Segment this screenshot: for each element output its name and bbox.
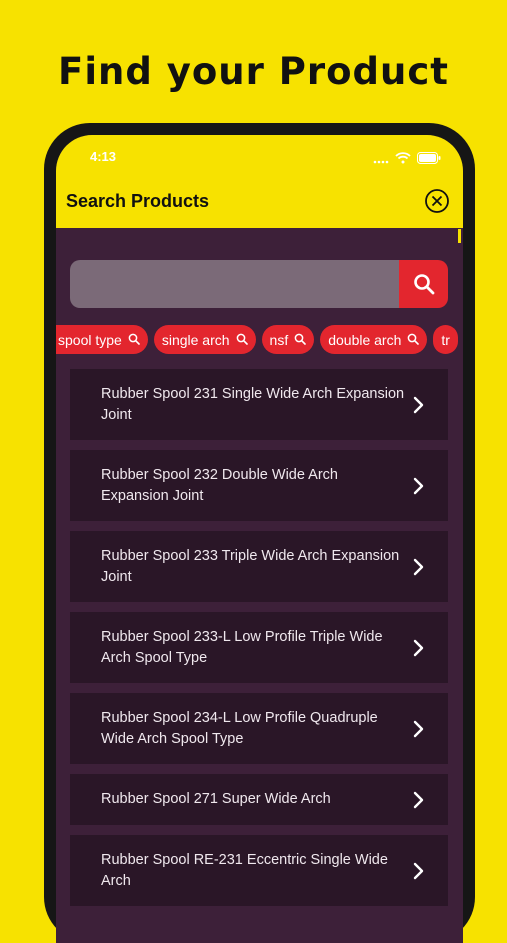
battery-icon	[417, 149, 441, 168]
product-name: Rubber Spool 233-L Low Profile Triple Wi…	[101, 628, 383, 666]
chevron-right-icon	[412, 558, 424, 576]
tag-chip[interactable]: spool type	[56, 325, 148, 354]
status-icons	[373, 149, 441, 168]
search-bar	[70, 260, 448, 308]
app-screen: 4:13 Search Products spool type single a…	[56, 135, 463, 943]
close-icon	[425, 189, 449, 213]
search-icon	[294, 332, 307, 348]
chevron-right-icon	[412, 396, 424, 414]
tag-chip-label: single arch	[161, 331, 230, 348]
chevron-right-icon	[412, 639, 424, 657]
close-button[interactable]	[425, 189, 449, 213]
signal-icon	[373, 149, 389, 168]
page-title: Search Products	[66, 191, 210, 211]
chevron-right-icon	[412, 862, 424, 880]
phone-frame: 4:13 Search Products spool type single a…	[44, 123, 475, 943]
search-icon	[236, 332, 248, 348]
search-icon	[413, 274, 434, 295]
product-list: Rubber Spool 231 Single Wide Arch Expans…	[70, 369, 448, 916]
search-input[interactable]	[70, 260, 399, 308]
product-name: Rubber Spool 271 Super Wide Arch	[101, 791, 331, 807]
tag-chip-label: tr	[441, 331, 450, 348]
chevron-right-icon	[412, 720, 424, 738]
product-list-item[interactable]: Rubber Spool RE-231 Eccentric Single Wid…	[70, 835, 448, 906]
product-list-item[interactable]: Rubber Spool 232 Double Wide Arch Expans…	[70, 450, 448, 521]
tag-chip-label: spool type	[58, 331, 122, 348]
tag-chip[interactable]: double arch	[320, 325, 428, 354]
product-name: Rubber Spool 231 Single Wide Arch Expans…	[101, 385, 405, 423]
product-name: Rubber Spool RE-231 Eccentric Single Wid…	[101, 851, 388, 889]
tag-chip[interactable]: tr	[433, 325, 458, 354]
product-name: Rubber Spool 233 Triple Wide Arch Expans…	[101, 547, 400, 585]
tag-chip[interactable]: nsf	[261, 325, 315, 354]
wifi-icon	[395, 149, 411, 168]
promo-headline: Find your Product	[58, 50, 449, 93]
top-bar: 4:13 Search Products	[56, 135, 463, 228]
product-list-item[interactable]: Rubber Spool 231 Single Wide Arch Expans…	[70, 369, 448, 440]
product-list-item[interactable]: Rubber Spool 233 Triple Wide Arch Expans…	[70, 531, 448, 602]
product-list-item[interactable]: Rubber Spool 271 Super Wide Arch	[70, 774, 448, 825]
tag-chips: spool type single arch nsf double arch tr	[56, 325, 463, 355]
scroll-indicator	[458, 229, 461, 243]
tag-chip-label: double arch	[328, 331, 402, 348]
tag-chip[interactable]: single arch	[153, 325, 256, 354]
search-icon	[407, 332, 420, 348]
status-time: 4:13	[90, 149, 117, 164]
product-list-item[interactable]: Rubber Spool 234-L Low Profile Quadruple…	[70, 693, 448, 764]
search-button[interactable]	[399, 260, 448, 308]
product-list-item[interactable]: Rubber Spool 233-L Low Profile Triple Wi…	[70, 612, 448, 683]
chevron-right-icon	[412, 791, 424, 809]
product-name: Rubber Spool 234-L Low Profile Quadruple…	[101, 709, 378, 747]
chevron-right-icon	[412, 477, 424, 495]
search-icon	[128, 332, 140, 348]
tag-chip-label: nsf	[269, 331, 289, 348]
product-name: Rubber Spool 232 Double Wide Arch Expans…	[101, 466, 338, 504]
